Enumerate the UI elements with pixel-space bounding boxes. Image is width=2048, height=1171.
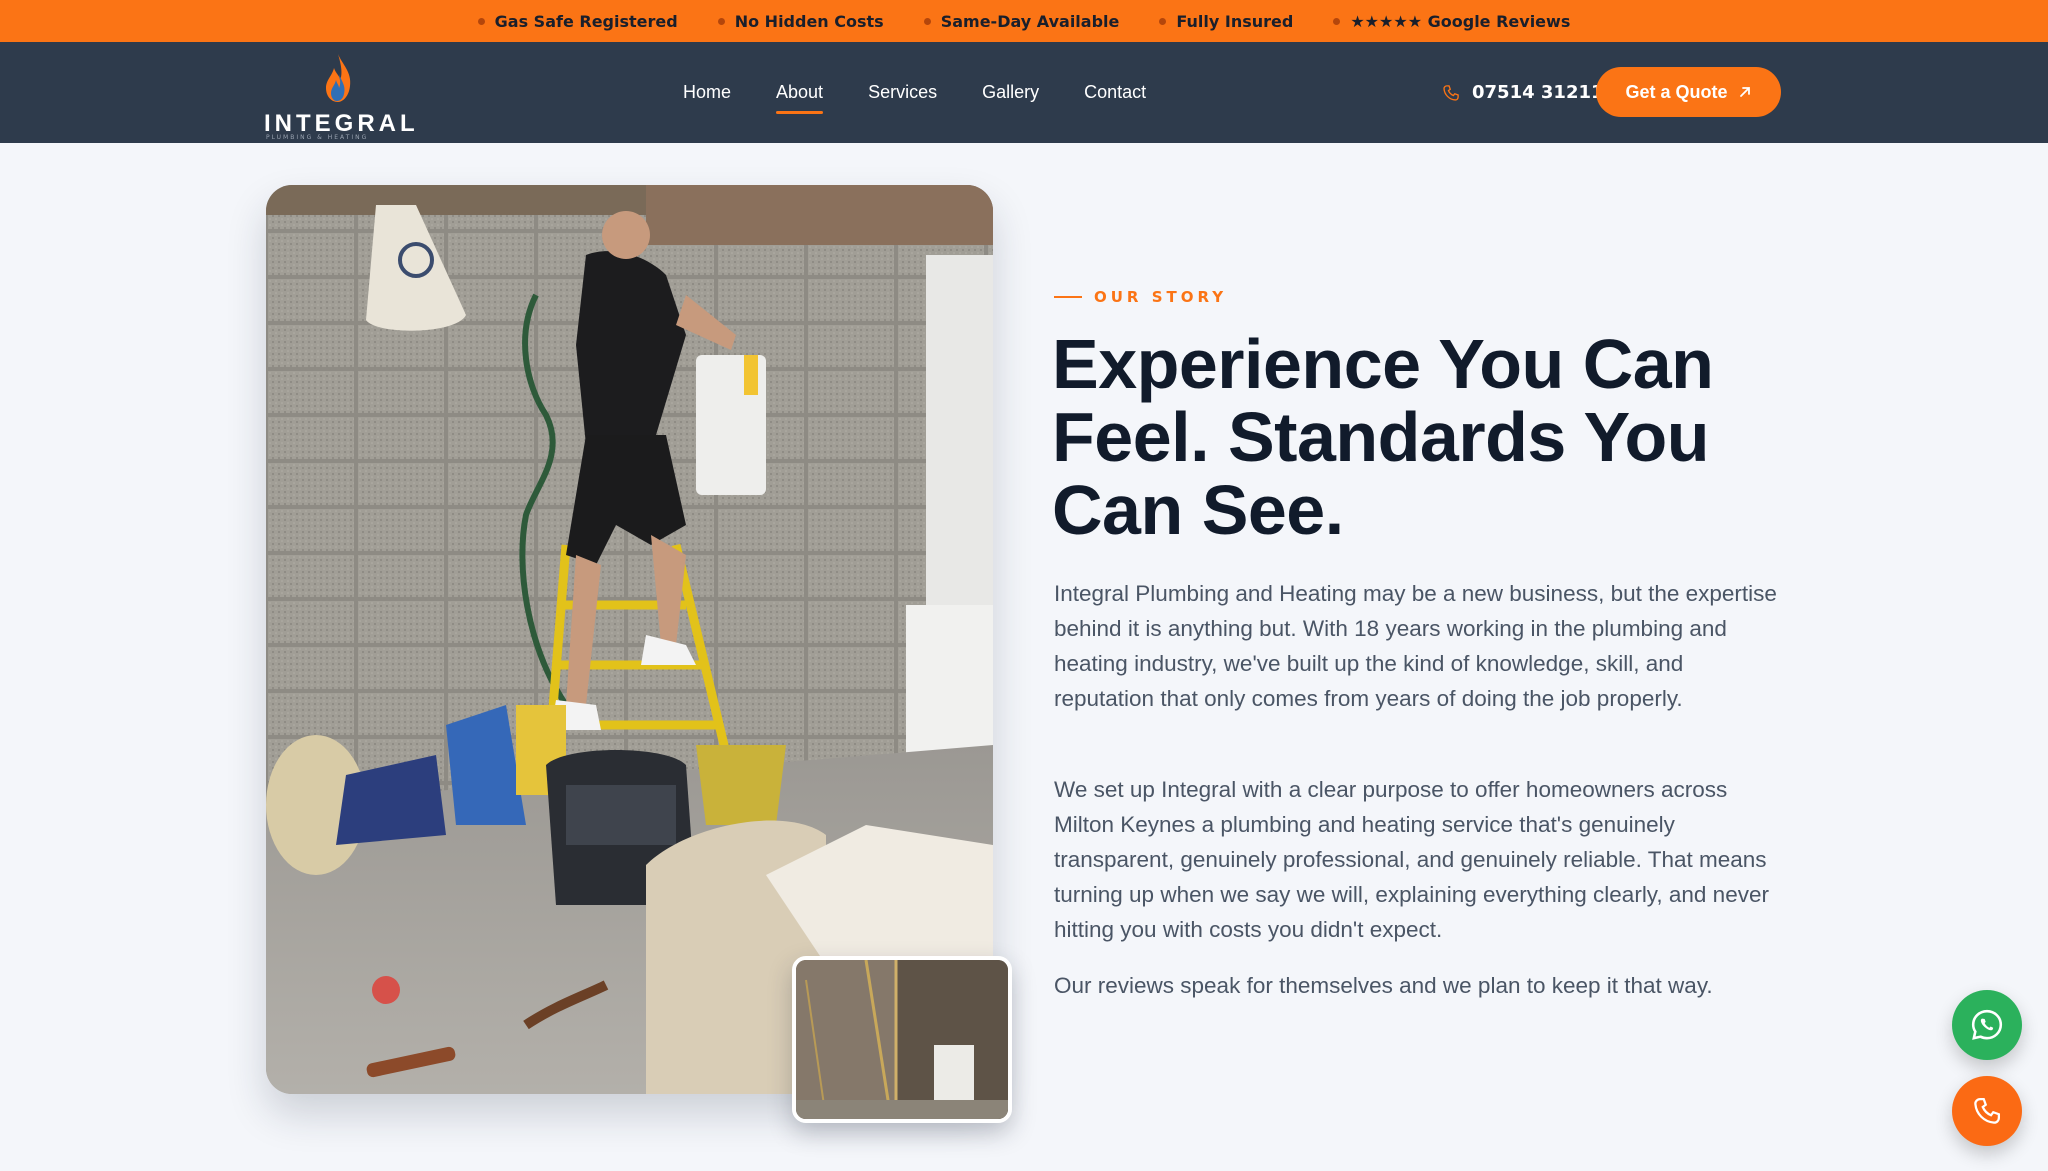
usp-label: ★★★★★ Google Reviews (1350, 11, 1571, 31)
usp-gas-safe: Gas Safe Registered (477, 11, 678, 31)
eyebrow-label: OUR STORY (1094, 288, 1228, 306)
phone-icon (1974, 1098, 2000, 1124)
phone-number: 07514 312117 (1472, 82, 1617, 103)
bullet-dot (1159, 17, 1167, 25)
call-button[interactable] (1952, 1076, 2022, 1146)
usp-label: Fully Insured (1176, 11, 1294, 31)
header-phone-link[interactable]: 07514 312117 (1442, 42, 1616, 143)
bullet-dot (1333, 17, 1341, 25)
top-usp-bar: Gas Safe Registered No Hidden Costs Same… (0, 0, 2048, 42)
flame-icon (326, 54, 351, 102)
nav-link-services[interactable]: Services (868, 82, 937, 103)
logo-tagline: PLUMBING & HEATING (266, 134, 369, 141)
site-logo[interactable]: INTEGRAL PLUMBING & HEATING (262, 50, 415, 141)
nav-link-gallery[interactable]: Gallery (982, 82, 1039, 103)
heading-line-3: Can See. (1052, 471, 1344, 549)
section-eyebrow: OUR STORY (1054, 288, 1227, 306)
get-a-quote-button[interactable]: Get a Quote (1596, 67, 1781, 117)
about-inset-photo (792, 956, 1012, 1123)
story-paragraph-3: Our reviews speak for themselves and we … (1054, 973, 1713, 998)
nav-menu: Home About Services Gallery Contact (683, 42, 1146, 143)
nav-link-contact[interactable]: Contact (1084, 82, 1146, 103)
story-paragraph-1: Integral Plumbing and Heating may be a n… (1054, 581, 1777, 711)
eyebrow-line (1054, 296, 1082, 298)
usp-label: No Hidden Costs (734, 11, 884, 31)
usp-label: Same-Day Available (940, 11, 1120, 31)
heading-line-2: Feel. Standards You (1052, 398, 1709, 476)
nav-link-home[interactable]: Home (683, 82, 731, 103)
usp-same-day: Same-Day Available (923, 11, 1120, 31)
usp-google-reviews[interactable]: ★★★★★ Google Reviews (1333, 12, 1570, 31)
usp-no-hidden-costs: No Hidden Costs (717, 11, 884, 31)
quote-button-label: Get a Quote (1625, 81, 1728, 102)
bathroom-shower-image (796, 960, 1008, 1119)
whatsapp-button[interactable] (1952, 990, 2022, 1060)
heading-line-1: Experience You Can (1052, 325, 1714, 403)
usp-fully-insured: Fully Insured (1159, 12, 1293, 31)
section-heading: Experience You Can Feel. Standards You C… (1052, 328, 1772, 547)
story-paragraph-2: We set up Integral with a clear purpose … (1054, 777, 1769, 942)
bullet-dot (923, 17, 931, 25)
nav-link-about[interactable]: About (776, 82, 824, 114)
bullet-dot (477, 17, 485, 25)
usp-label: Gas Safe Registered (494, 11, 678, 31)
arrow-up-right-icon (1739, 87, 1750, 97)
phone-icon (1443, 84, 1459, 101)
whatsapp-icon (1971, 1009, 2003, 1040)
main-navbar: INTEGRAL PLUMBING & HEATING Home About S… (0, 42, 2048, 143)
bullet-dot (717, 17, 725, 25)
